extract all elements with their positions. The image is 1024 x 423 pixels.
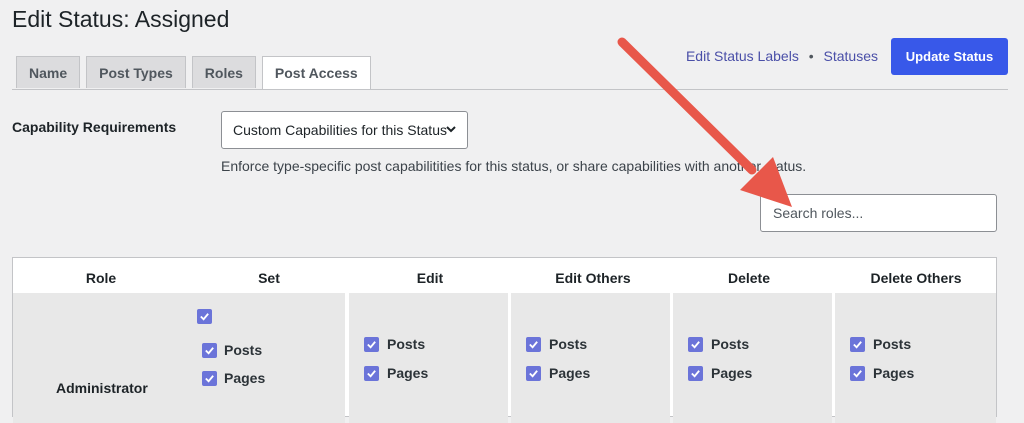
- search-roles-input[interactable]: [760, 194, 997, 232]
- delete-posts-checkbox[interactable]: [688, 337, 703, 352]
- capability-select-value: Custom Capabilities for this Status: [233, 122, 447, 138]
- delete-others-posts-label: Posts: [873, 336, 912, 352]
- page-title: Edit Status: Assigned: [12, 6, 230, 32]
- update-status-button[interactable]: Update Status: [891, 38, 1008, 75]
- header-set: Set: [258, 270, 280, 286]
- delete-pages-label: Pages: [711, 365, 753, 381]
- check-icon: [529, 341, 538, 349]
- edit-pages-label: Pages: [387, 365, 429, 381]
- capability-requirements-label: Capability Requirements: [12, 119, 177, 135]
- delete-posts-label: Posts: [711, 336, 750, 352]
- edit-others-posts-label: Posts: [549, 336, 588, 352]
- edit-status-labels-link[interactable]: Edit Status Labels: [686, 48, 799, 64]
- check-icon: [691, 341, 700, 349]
- header-role: Role: [85, 270, 117, 286]
- delete-others-posts-checkbox[interactable]: [850, 337, 865, 352]
- chevron-down-icon: [445, 112, 457, 161]
- set-pages-checkbox[interactable]: [202, 371, 217, 386]
- tab-name[interactable]: Name: [16, 56, 81, 88]
- check-icon: [205, 347, 214, 355]
- edit-posts-label: Posts: [387, 336, 426, 352]
- header-edit: Edit: [416, 270, 444, 286]
- check-icon: [200, 313, 209, 321]
- cell-role-set: Administrator Posts Pages: [13, 293, 345, 423]
- edit-posts-checkbox[interactable]: [364, 337, 379, 352]
- capability-select[interactable]: Custom Capabilities for this Status: [221, 111, 468, 149]
- link-separator: •: [808, 48, 814, 64]
- edit-pages-checkbox[interactable]: [364, 366, 379, 381]
- check-icon: [367, 370, 376, 378]
- role-name: Administrator: [56, 380, 148, 396]
- edit-others-pages-label: Pages: [549, 365, 591, 381]
- cell-edit: Posts Pages: [349, 293, 508, 423]
- capabilities-table: Role Set Edit Edit Others Delete Delete …: [12, 257, 997, 423]
- check-icon: [853, 341, 862, 349]
- capability-description: Enforce type-specific post capabilititie…: [221, 158, 807, 174]
- header-delete: Delete: [727, 270, 771, 286]
- delete-others-pages-checkbox[interactable]: [850, 366, 865, 381]
- tab-roles[interactable]: Roles: [191, 56, 256, 88]
- statuses-link[interactable]: Statuses: [824, 48, 878, 64]
- tab-post-access[interactable]: Post Access: [261, 56, 371, 90]
- set-pages-label: Pages: [224, 370, 266, 386]
- tab-divider: [12, 89, 1008, 90]
- set-posts-label: Posts: [224, 342, 263, 358]
- cell-edit-others: Posts Pages: [511, 293, 670, 423]
- check-icon: [853, 370, 862, 378]
- delete-others-pages-label: Pages: [873, 365, 915, 381]
- cell-delete: Posts Pages: [673, 293, 832, 423]
- cell-delete-others: Posts Pages: [835, 293, 996, 423]
- header-delete-others: Delete Others: [870, 270, 962, 286]
- top-links: Edit Status Labels • Statuses: [686, 48, 878, 64]
- edit-others-pages-checkbox[interactable]: [526, 366, 541, 381]
- edit-others-posts-checkbox[interactable]: [526, 337, 541, 352]
- delete-pages-checkbox[interactable]: [688, 366, 703, 381]
- tab-bar: Name Post Types Roles Post Access: [16, 56, 371, 90]
- header-edit-others: Edit Others: [555, 270, 631, 286]
- tab-post-types[interactable]: Post Types: [86, 56, 186, 88]
- check-icon: [205, 375, 214, 383]
- check-icon: [529, 370, 538, 378]
- check-icon: [691, 370, 700, 378]
- set-all-checkbox[interactable]: [197, 309, 212, 324]
- set-posts-checkbox[interactable]: [202, 343, 217, 358]
- check-icon: [367, 341, 376, 349]
